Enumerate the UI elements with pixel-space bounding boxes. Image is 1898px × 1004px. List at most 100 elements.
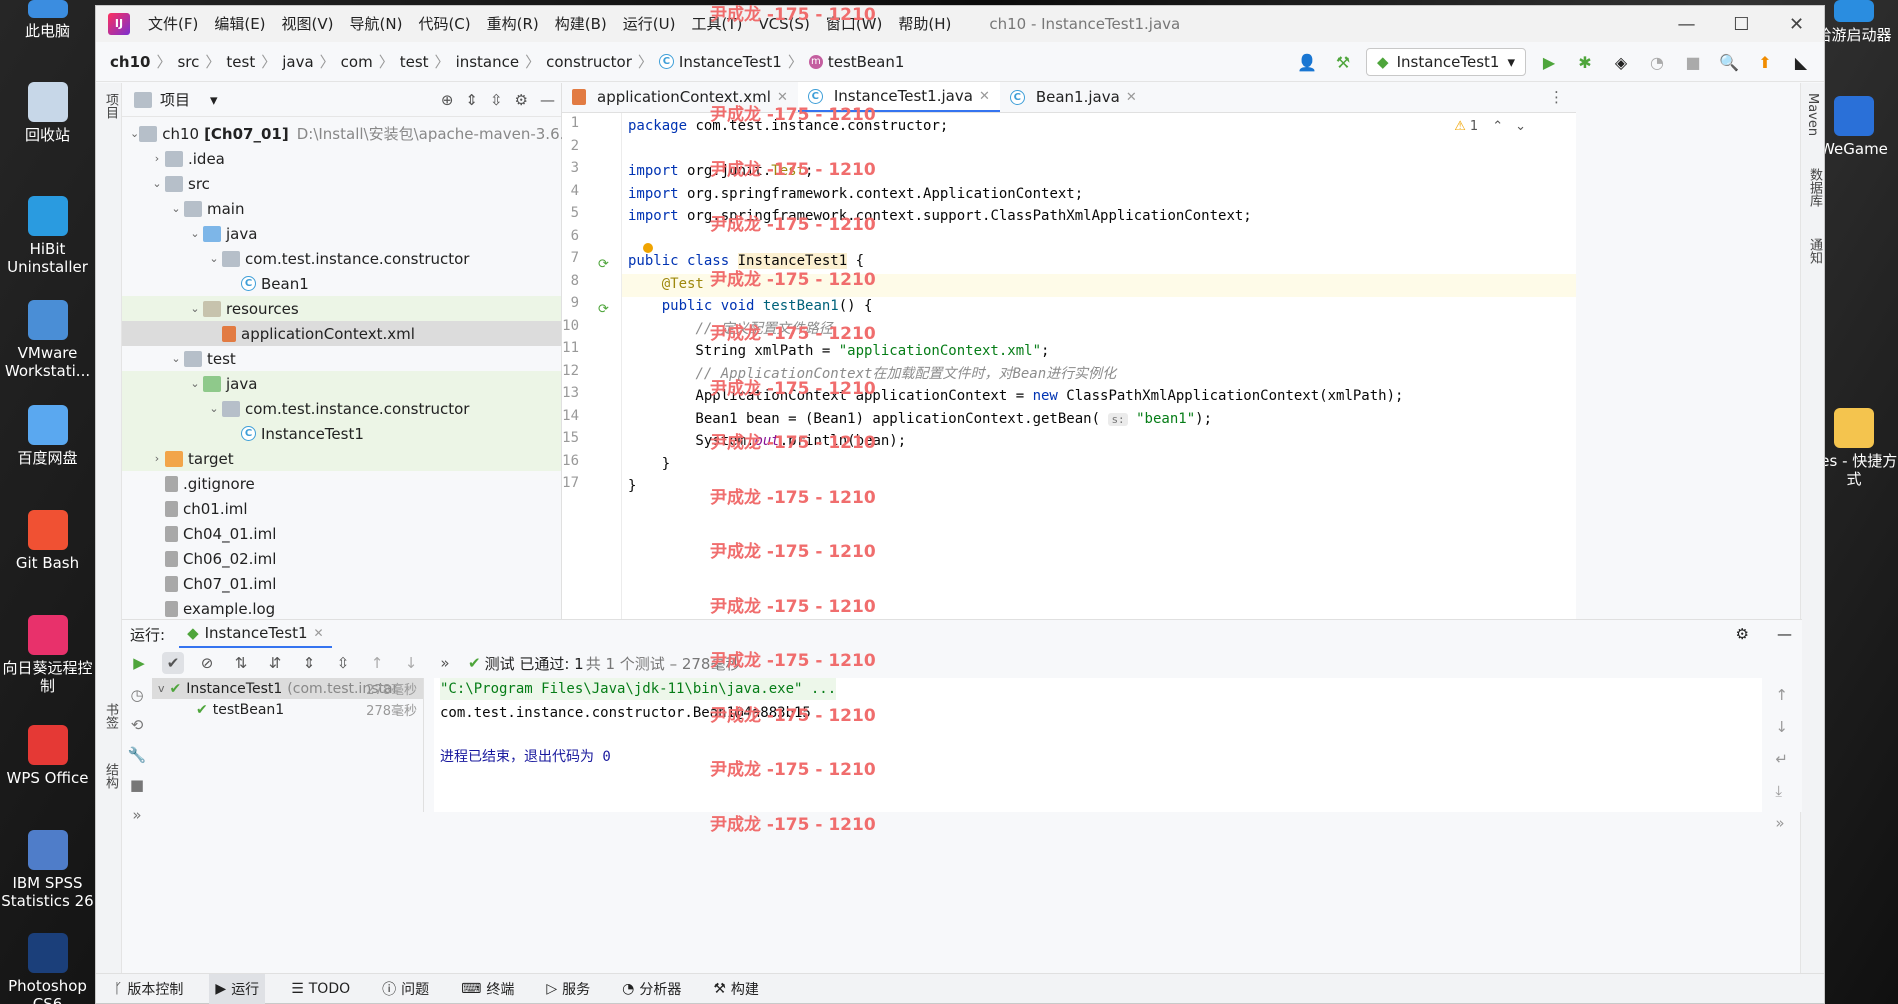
hide-panel-icon[interactable]: — (540, 91, 555, 109)
close-window-button[interactable]: ✕ (1769, 6, 1824, 42)
show-passed-button[interactable]: ✔ (162, 652, 184, 674)
line-number[interactable]: 11 (551, 340, 579, 356)
more-button[interactable]: » (434, 652, 456, 674)
line-number[interactable]: 10 (551, 318, 579, 334)
run-tab-instance-test1[interactable]: ◆ InstanceTest1 ✕ (179, 620, 332, 648)
run-button[interactable]: ▶ (1536, 49, 1562, 75)
sort-duration-button[interactable]: ⇵ (264, 652, 286, 674)
breadcrumb-item[interactable]: src (177, 53, 199, 71)
build-button[interactable]: ⚒ (1330, 49, 1356, 75)
line-number[interactable]: 14 (551, 408, 579, 424)
breadcrumb-item[interactable]: InstanceTest1 (679, 53, 782, 71)
hide-panel-icon[interactable]: — (1777, 625, 1792, 643)
breadcrumb-item[interactable]: java (282, 53, 313, 71)
desktop-icon-baidu[interactable]: 百度网盘 (0, 405, 95, 467)
project-strip-label[interactable]: 项目 (101, 93, 120, 119)
line-number[interactable]: 4 (551, 183, 579, 199)
tab-terminal[interactable]: ⌨ 终端 (455, 974, 520, 1004)
menu-tools[interactable]: 工具(T) (683, 6, 750, 42)
line-number[interactable]: 13 (551, 385, 579, 401)
line-number[interactable]: 12 (551, 363, 579, 379)
tab-build[interactable]: ⚒ 构建 (707, 974, 765, 1004)
more-icon[interactable]: » (1775, 814, 1788, 832)
tree-item[interactable]: example.log (122, 596, 561, 621)
coverage-button[interactable]: ◈ (1608, 49, 1634, 75)
chevron-down-icon[interactable]: ⌄ (149, 177, 165, 190)
line-number[interactable]: 1 (551, 115, 579, 131)
tree-item[interactable]: ⌄ java (122, 221, 561, 246)
menu-edit[interactable]: 编辑(E) (206, 6, 273, 42)
update-button[interactable]: ⬆ (1752, 49, 1778, 75)
tree-item[interactable]: Ch07_01.iml (122, 571, 561, 596)
tree-item[interactable]: ⌄ java (122, 371, 561, 396)
breadcrumb-item[interactable]: ch10 (110, 53, 150, 71)
tree-item[interactable]: ⌄ com.test.instance.constructor (122, 396, 561, 421)
minimize-button[interactable]: — (1659, 6, 1714, 42)
desktop-icon-sunlogin[interactable]: 向日葵远程控制 (0, 615, 95, 695)
tab-application-context-xml[interactable]: applicationContext.xml ✕ (562, 82, 798, 112)
collapse-all-icon[interactable]: ⇳ (490, 91, 503, 109)
tree-item[interactable]: ⌄ ch10 [Ch07_01] D:\Install\安装包\apache-mave… (122, 121, 574, 146)
tree-item[interactable]: ⌄ main (122, 196, 561, 221)
chevron-right-icon[interactable]: › (149, 152, 165, 165)
chevron-down-icon[interactable]: ⌄ (206, 402, 222, 415)
tree-item[interactable]: ch01.iml (122, 496, 561, 521)
tab-run[interactable]: ▶ 运行 (209, 973, 266, 1004)
chevron-down-icon[interactable]: ⌄ (1515, 119, 1526, 134)
tree-item[interactable]: .gitignore (122, 471, 561, 496)
test-row[interactable]: ✔ testBean1 278毫秒 (152, 699, 423, 720)
line-number[interactable]: 5 (551, 205, 579, 221)
line-number[interactable]: 16 (551, 453, 579, 469)
tab-instance-test1-java[interactable]: C InstanceTest1.java ✕ (797, 82, 1000, 112)
breadcrumb-item[interactable]: constructor (546, 53, 632, 71)
tree-item[interactable]: C Bean1 (122, 271, 561, 296)
breadcrumb-item[interactable]: test (226, 53, 255, 71)
run-config-select[interactable]: ◆ InstanceTest1 ▾ (1366, 48, 1526, 76)
desktop-icon-hibit[interactable]: HiBit Uninstaller (0, 196, 95, 276)
line-number[interactable]: 17 (551, 475, 579, 491)
tab-todo[interactable]: ☰ TODO (285, 974, 356, 1004)
run-test-class-icon[interactable]: ⟳ (598, 257, 609, 272)
account-button[interactable]: 👤 (1294, 49, 1320, 75)
desktop-icon-photoshop[interactable]: Photoshop CS6 (0, 933, 95, 1004)
menu-refactor[interactable]: 重构(R) (479, 6, 547, 42)
sort-alpha-button[interactable]: ⇅ (230, 652, 252, 674)
line-number[interactable]: 8 (551, 273, 579, 289)
desktop-icon-computer[interactable]: 此电脑 (0, 0, 95, 40)
menu-build[interactable]: 构建(B) (547, 6, 615, 42)
gear-icon[interactable]: ⚙ (515, 91, 528, 109)
tab-problems[interactable]: ⓘ 问题 (376, 974, 435, 1004)
tree-item[interactable]: applicationContext.xml (122, 321, 561, 346)
close-tab-icon[interactable]: ✕ (314, 626, 324, 640)
breadcrumb-item[interactable]: com (341, 53, 373, 71)
tab-version-control[interactable]: ᚴ 版本控制 (108, 974, 189, 1004)
tree-item[interactable]: › .idea (122, 146, 561, 171)
search-button[interactable]: 🔍 (1716, 49, 1742, 75)
desktop-icon-wps[interactable]: WPS Office (0, 725, 95, 787)
database-strip-label[interactable]: 数据库 (1805, 168, 1824, 207)
tree-item[interactable]: Ch06_02.iml (122, 546, 561, 571)
rerun-failed-icon[interactable]: ⟲ (131, 716, 144, 734)
close-tab-icon[interactable]: ✕ (1126, 90, 1137, 105)
history-icon[interactable]: ◷ (130, 686, 143, 704)
project-panel-title[interactable]: 项目 (160, 89, 190, 110)
run-test-method-icon[interactable]: ⟳ (598, 302, 609, 317)
profile-button[interactable]: ◔ (1644, 49, 1670, 75)
line-number[interactable]: 9 (551, 295, 579, 311)
tab-bean1-java[interactable]: C Bean1.java ✕ (1000, 82, 1147, 112)
tree-item[interactable]: › target (122, 446, 561, 471)
line-number[interactable]: 3 (551, 160, 579, 176)
notifications-strip-label[interactable]: 通知 (1805, 238, 1824, 264)
test-row[interactable]: v ✔ InstanceTest1 (com.test.instan 278毫秒 (152, 678, 423, 699)
chevron-right-icon[interactable]: › (149, 452, 165, 465)
console-output[interactable]: "C:\Program Files\Java\jdk-11\bin\java.e… (434, 678, 1762, 812)
desktop-icon-spss[interactable]: IBM SPSS Statistics 26 (0, 830, 95, 910)
gear-icon[interactable]: ⚙ (1736, 625, 1749, 643)
chevron-down-icon[interactable]: ⌄ (187, 227, 203, 240)
scroll-end-icon[interactable]: ⤓ (1775, 782, 1788, 800)
debug-button[interactable]: ✱ (1572, 49, 1598, 75)
locate-file-icon[interactable]: ⊕ (441, 91, 454, 109)
tree-item[interactable]: C InstanceTest1 (122, 421, 561, 446)
menu-code[interactable]: 代码(C) (410, 6, 478, 42)
prev-failed-button[interactable]: ↑ (366, 652, 388, 674)
